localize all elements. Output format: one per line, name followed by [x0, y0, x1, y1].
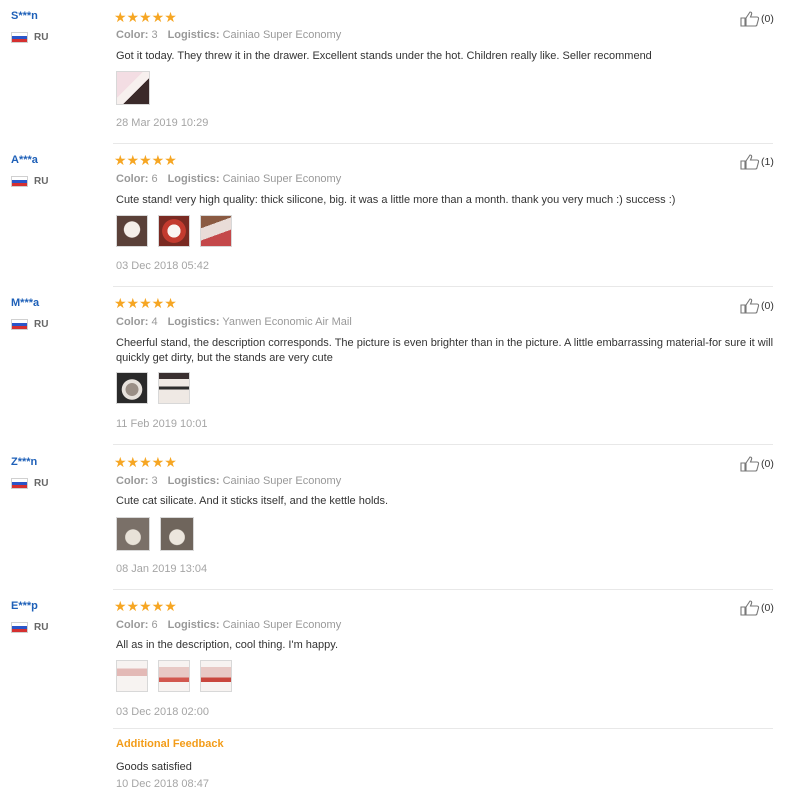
reviewer-country: RU [11, 176, 48, 187]
russia-flag-icon [11, 319, 28, 330]
reviewer-name[interactable]: S***n [11, 10, 38, 22]
country-code: RU [34, 32, 49, 43]
reviewer-name[interactable]: A***a [11, 154, 38, 166]
color-value: 6 [151, 619, 158, 631]
country-code: RU [34, 622, 49, 633]
color-label: Color: [116, 173, 149, 185]
review-text: Cute cat silicate. And it sticks itself,… [116, 495, 389, 507]
reviewer-country: RU [11, 32, 48, 43]
color-label: Color: [116, 619, 149, 631]
star-rating: ★★★★★ [114, 295, 177, 311]
additional-feedback-text: Goods satisfied [116, 761, 192, 773]
russia-flag-icon [11, 176, 28, 187]
review-photo[interactable] [116, 660, 148, 692]
country-code: RU [34, 176, 49, 187]
color-value: 4 [151, 316, 158, 328]
color-label: Color: [116, 29, 149, 41]
like-button[interactable]: (1) [740, 154, 774, 170]
reviewer-name[interactable]: Z***n [11, 456, 37, 468]
star-rating: ★★★★★ [114, 152, 177, 168]
review-photos [116, 517, 204, 551]
russia-flag-icon [11, 622, 28, 633]
review-text: Got it today. They threw it in the drawe… [116, 50, 652, 62]
color-value: 3 [151, 475, 158, 487]
review-photos [116, 372, 200, 404]
additional-feedback-date: 10 Dec 2018 08:47 [116, 778, 209, 790]
divider [113, 728, 773, 729]
logistics-label: Logistics: [167, 619, 220, 631]
russia-flag-icon [11, 32, 28, 43]
like-button[interactable]: (0) [740, 456, 774, 472]
logistics-value: Cainiao Super Economy [222, 475, 342, 487]
review-text: Cute stand! very high quality: thick sil… [116, 194, 676, 206]
reviewer-country: RU [11, 622, 48, 633]
reviewer-name[interactable]: E***p [11, 600, 38, 612]
russia-flag-icon [11, 478, 28, 489]
thumbs-up-icon [740, 154, 760, 170]
logistics-value: Cainiao Super Economy [222, 29, 342, 41]
review-photo[interactable] [200, 215, 232, 247]
like-button[interactable]: (0) [740, 298, 774, 314]
divider [113, 286, 773, 287]
reviewer-country: RU [11, 319, 48, 330]
review-meta: Color: 4 Logistics: Yanwen Economic Air M… [116, 316, 352, 328]
review-date: 03 Dec 2018 05:42 [116, 260, 209, 272]
country-code: RU [34, 319, 49, 330]
review-photo[interactable] [158, 660, 190, 692]
star-rating: ★★★★★ [114, 9, 177, 25]
divider [113, 444, 773, 445]
color-label: Color: [116, 475, 149, 487]
country-code: RU [34, 478, 49, 489]
color-value: 6 [151, 173, 158, 185]
divider [113, 589, 773, 590]
review-photos [116, 71, 160, 105]
like-button[interactable]: (0) [740, 600, 774, 616]
reviewer-country: RU [11, 478, 48, 489]
logistics-label: Logistics: [167, 173, 220, 185]
logistics-value: Yanwen Economic Air Mail [222, 316, 352, 328]
review-photo[interactable] [116, 517, 150, 551]
logistics-label: Logistics: [167, 475, 220, 487]
review-date: 03 Dec 2018 02:00 [116, 706, 209, 718]
color-label: Color: [116, 316, 149, 328]
color-value: 3 [151, 29, 158, 41]
like-count: (0) [761, 602, 774, 614]
review-date: 08 Jan 2019 13:04 [116, 563, 208, 575]
star-rating: ★★★★★ [114, 454, 177, 470]
review-photo[interactable] [116, 71, 150, 105]
review-photo[interactable] [200, 660, 232, 692]
thumbs-up-icon [740, 298, 760, 314]
logistics-label: Logistics: [167, 29, 220, 41]
thumbs-up-icon [740, 600, 760, 616]
logistics-value: Cainiao Super Economy [222, 173, 342, 185]
review-date: 28 Mar 2019 10:29 [116, 117, 209, 129]
like-count: (0) [761, 13, 774, 25]
review-meta: Color: 6 Logistics: Cainiao Super Economy [116, 173, 341, 185]
review-photo[interactable] [160, 517, 194, 551]
review-date: 11 Feb 2019 10:01 [116, 418, 208, 430]
like-count: (0) [761, 458, 774, 470]
review-meta: Color: 6 Logistics: Cainiao Super Economy [116, 619, 341, 631]
review-photo[interactable] [158, 215, 190, 247]
logistics-value: Cainiao Super Economy [222, 619, 342, 631]
thumbs-up-icon [740, 11, 760, 27]
review-photos [116, 215, 242, 247]
like-count: (1) [761, 156, 774, 168]
thumbs-up-icon [740, 456, 760, 472]
review-photo[interactable] [116, 372, 148, 404]
review-photo[interactable] [116, 215, 148, 247]
review-text: Cheerful stand, the description correspo… [116, 337, 774, 364]
review-photos [116, 660, 242, 692]
reviewer-name[interactable]: M***a [11, 297, 39, 309]
like-button[interactable]: (0) [740, 11, 774, 27]
review-meta: Color: 3 Logistics: Cainiao Super Economy [116, 475, 341, 487]
review-text: All as in the description, cool thing. I… [116, 639, 339, 651]
review-meta: Color: 3 Logistics: Cainiao Super Economy [116, 29, 341, 41]
logistics-label: Logistics: [167, 316, 220, 328]
additional-feedback-title: Additional Feedback [116, 738, 224, 750]
divider [113, 143, 773, 144]
star-rating: ★★★★★ [114, 598, 177, 614]
review-photo[interactable] [158, 372, 190, 404]
like-count: (0) [761, 300, 774, 312]
